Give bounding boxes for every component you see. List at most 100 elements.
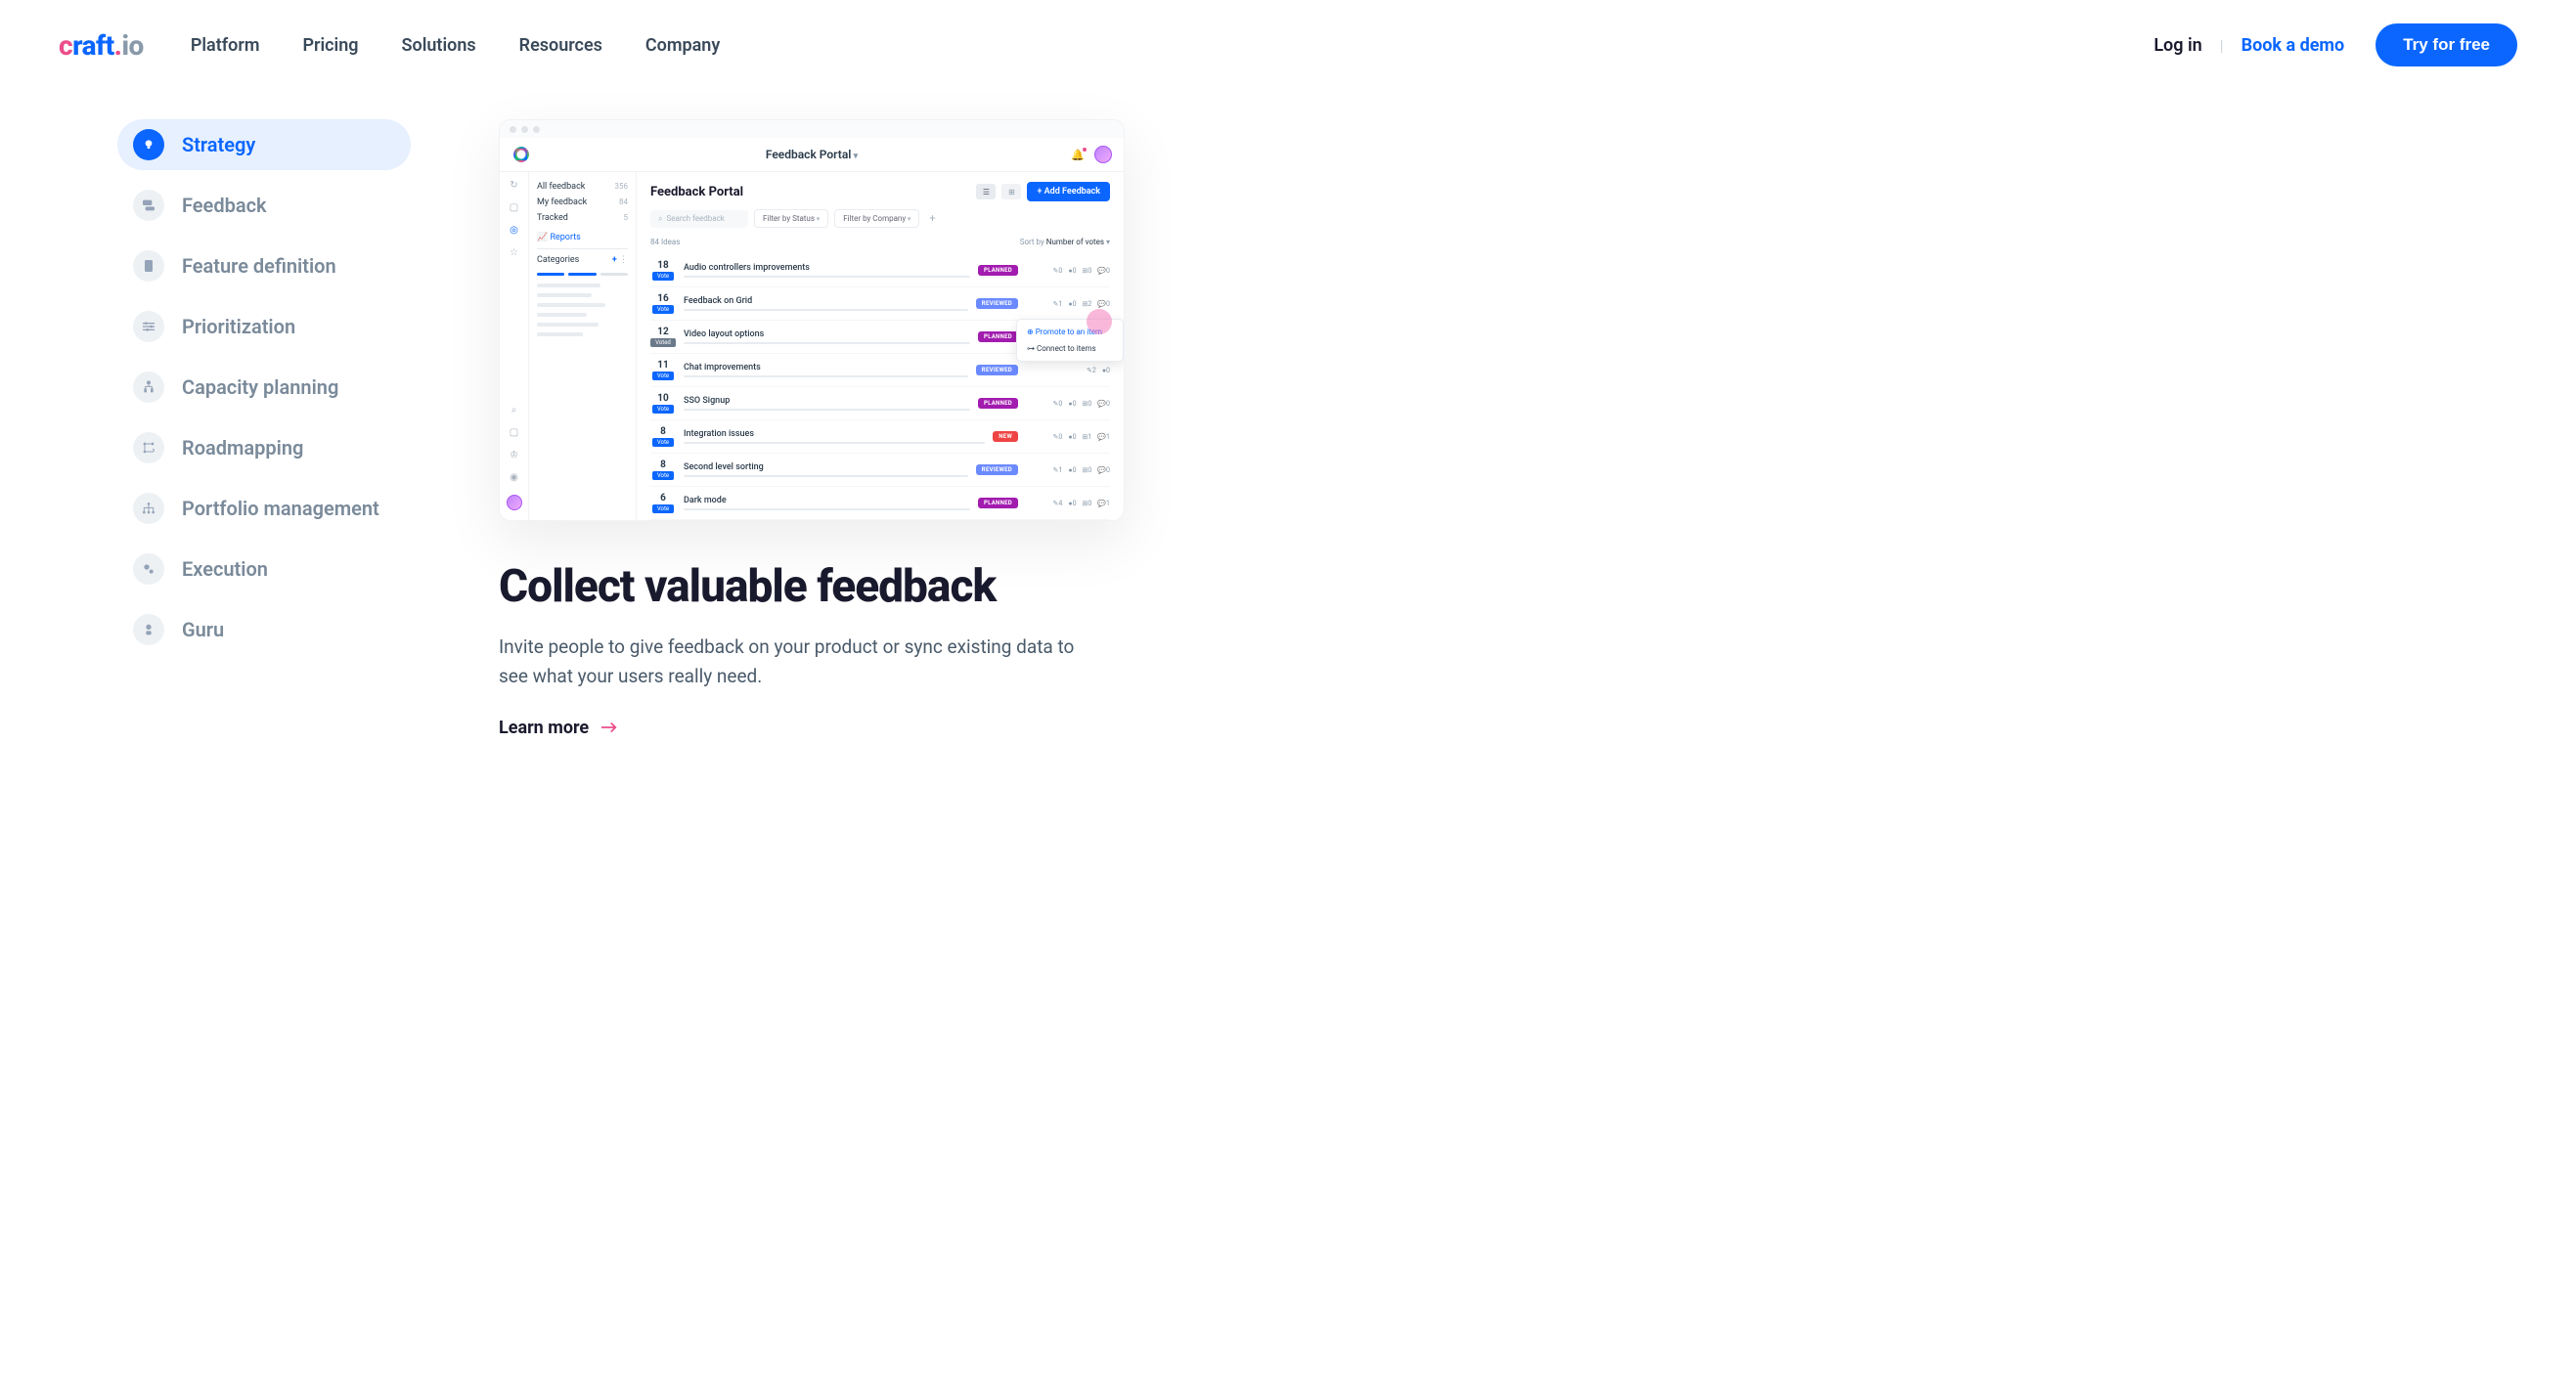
feedback-row[interactable]: 10 Vote SSO Signup PLANNED ✎0●0⊞0💬0: [650, 387, 1110, 420]
vote-button[interactable]: Voted: [650, 338, 676, 347]
row-stats: ✎4●0⊞0💬1: [1026, 500, 1110, 507]
nav-row-tracked[interactable]: Tracked5: [537, 213, 628, 223]
rail-icon[interactable]: ↻: [510, 180, 517, 191]
logo-raft: raft: [72, 29, 114, 62]
vote-button[interactable]: Vote: [652, 438, 674, 447]
nav-right: Log in | Book a demo Try for free: [2154, 23, 2517, 66]
rail-icon[interactable]: ☆: [510, 247, 518, 258]
sidebar-item-feedback[interactable]: Feedback: [117, 180, 411, 231]
row-title: Dark mode: [684, 496, 970, 510]
stat-icon: ⊞0: [1083, 466, 1092, 474]
sidebar-item-execution[interactable]: Execution: [117, 544, 411, 594]
chat-icon: [133, 190, 164, 221]
add-feedback-button[interactable]: Add Feedback: [1027, 182, 1110, 201]
path-icon: [133, 432, 164, 463]
nav-link-solutions[interactable]: Solutions: [402, 35, 476, 56]
vote-button[interactable]: Vote: [652, 305, 674, 314]
sidebar-item-guru[interactable]: Guru: [117, 604, 411, 655]
vote-count: 18: [657, 260, 668, 271]
sidebar-label: Execution: [182, 557, 268, 581]
feedback-row[interactable]: 16 Vote Feedback on Grid REVIEWED ✎1●0⊞2…: [650, 287, 1110, 321]
feedback-row[interactable]: 6 Vote Dark mode PLANNED ✎4●0⊞0💬1: [650, 487, 1110, 520]
nav-row-all[interactable]: All feedback356: [537, 182, 628, 192]
main-title: Feedback Portal: [650, 185, 743, 199]
icon-rail: ↻ ▢ ◎ ☆ ⌕ ▢ ♔ ◉: [500, 172, 529, 520]
vote-button[interactable]: Vote: [652, 405, 674, 414]
sidebar-item-roadmapping[interactable]: Roadmapping: [117, 422, 411, 473]
sort-dropdown[interactable]: Sort by Number of votes: [1020, 238, 1110, 246]
vote-count: 11: [657, 360, 668, 371]
vote-box[interactable]: 6 Vote: [650, 493, 676, 513]
vote-box[interactable]: 8 Vote: [650, 459, 676, 480]
avatar[interactable]: [507, 495, 522, 510]
nav-separator: |: [2220, 36, 2224, 55]
vote-button[interactable]: Vote: [652, 471, 674, 480]
feedback-row[interactable]: 8 Vote Second level sorting REVIEWED ✎1●…: [650, 454, 1110, 487]
sidebar-item-strategy[interactable]: Strategy: [117, 119, 411, 170]
stat-icon: ✎1: [1053, 466, 1063, 474]
stat-icon: ●0: [1068, 400, 1076, 408]
app-header-title[interactable]: Feedback Portal: [766, 148, 858, 161]
nav-link-pricing[interactable]: Pricing: [302, 35, 358, 56]
sidebar-item-portfolio-management[interactable]: Portfolio management: [117, 483, 411, 534]
stat-icon: ●0: [1068, 433, 1076, 441]
avatar[interactable]: [1094, 146, 1112, 163]
status-badge: PLANNED: [978, 265, 1018, 276]
nav-link-platform[interactable]: Platform: [191, 35, 260, 56]
vote-box[interactable]: 18 Vote: [650, 260, 676, 281]
connect-item[interactable]: ⊶ Connect to items: [1017, 340, 1123, 357]
search-icon[interactable]: ⌕: [511, 405, 517, 416]
rail-icon[interactable]: ♔: [510, 450, 518, 460]
feedback-row[interactable]: 12 Voted Video layout options PLANNED ✎3…: [650, 321, 1110, 354]
sidebar-item-prioritization[interactable]: Prioritization: [117, 301, 411, 352]
rail-icon[interactable]: ▢: [510, 427, 518, 438]
vote-box[interactable]: 11 Vote: [650, 360, 676, 380]
grid-view-icon[interactable]: ⊞: [1001, 184, 1021, 199]
more-icon[interactable]: ⋮: [619, 255, 628, 265]
rail-icon[interactable]: ◎: [510, 225, 518, 236]
sliders-icon: [133, 311, 164, 342]
status-badge: PLANNED: [978, 398, 1018, 409]
vote-box[interactable]: 12 Voted: [650, 327, 676, 347]
book-demo-link[interactable]: Book a demo: [2242, 35, 2345, 56]
list-view-icon[interactable]: ☰: [976, 184, 996, 199]
nav-reports[interactable]: 📈 Reports: [537, 233, 628, 249]
stat-icon: ✎4: [1053, 500, 1063, 507]
vote-box[interactable]: 16 Vote: [650, 293, 676, 314]
row-stats: ✎3●2⊞0💬3 ⊕ Promote to an item ⊶ Connect …: [1026, 333, 1110, 341]
rail-icon[interactable]: ◉: [510, 472, 518, 483]
login-link[interactable]: Log in: [2154, 35, 2201, 56]
sidebar-item-feature-definition[interactable]: Feature definition: [117, 241, 411, 291]
filter-status[interactable]: Filter by Status: [754, 209, 828, 228]
vote-box[interactable]: 8 Vote: [650, 426, 676, 447]
rail-icon[interactable]: ▢: [510, 202, 518, 213]
feedback-row[interactable]: 8 Vote Integration issues NEW ✎0●0⊞1💬1: [650, 420, 1110, 454]
vote-button[interactable]: Vote: [652, 504, 674, 513]
vote-button[interactable]: Vote: [652, 272, 674, 281]
sidebar-item-capacity-planning[interactable]: Capacity planning: [117, 362, 411, 413]
search-input[interactable]: ⌕Search feedback: [650, 210, 748, 228]
filter-company[interactable]: Filter by Company: [834, 209, 919, 228]
nav-link-resources[interactable]: Resources: [519, 35, 602, 56]
view-controls: ☰ ⊞ Add Feedback: [976, 182, 1110, 201]
nav-row-my[interactable]: My feedback84: [537, 197, 628, 207]
row-title: Feedback on Grid: [684, 296, 968, 311]
logo[interactable]: craft.io: [59, 29, 144, 62]
vote-box[interactable]: 10 Vote: [650, 393, 676, 414]
row-title: Chat improvements: [684, 363, 968, 377]
feedback-row[interactable]: 18 Vote Audio controllers improvements P…: [650, 254, 1110, 287]
sidebar-label: Capacity planning: [182, 375, 338, 399]
skeleton-line: [537, 293, 592, 297]
add-filter-icon[interactable]: +: [925, 212, 939, 225]
add-category-icon[interactable]: +: [612, 255, 617, 265]
nav-link-company[interactable]: Company: [645, 35, 720, 56]
vote-button[interactable]: Vote: [652, 372, 674, 380]
learn-more-label: Learn more: [499, 718, 589, 738]
vote-count: 16: [657, 293, 668, 304]
top-nav: craft.io Platform Pricing Solutions Reso…: [0, 0, 2576, 90]
gears-icon: [133, 553, 164, 585]
bell-icon[interactable]: 🔔: [1071, 149, 1085, 161]
try-for-free-button[interactable]: Try for free: [2376, 23, 2517, 66]
app-logo-icon: [513, 147, 529, 162]
learn-more-link[interactable]: Learn more: [499, 718, 618, 738]
